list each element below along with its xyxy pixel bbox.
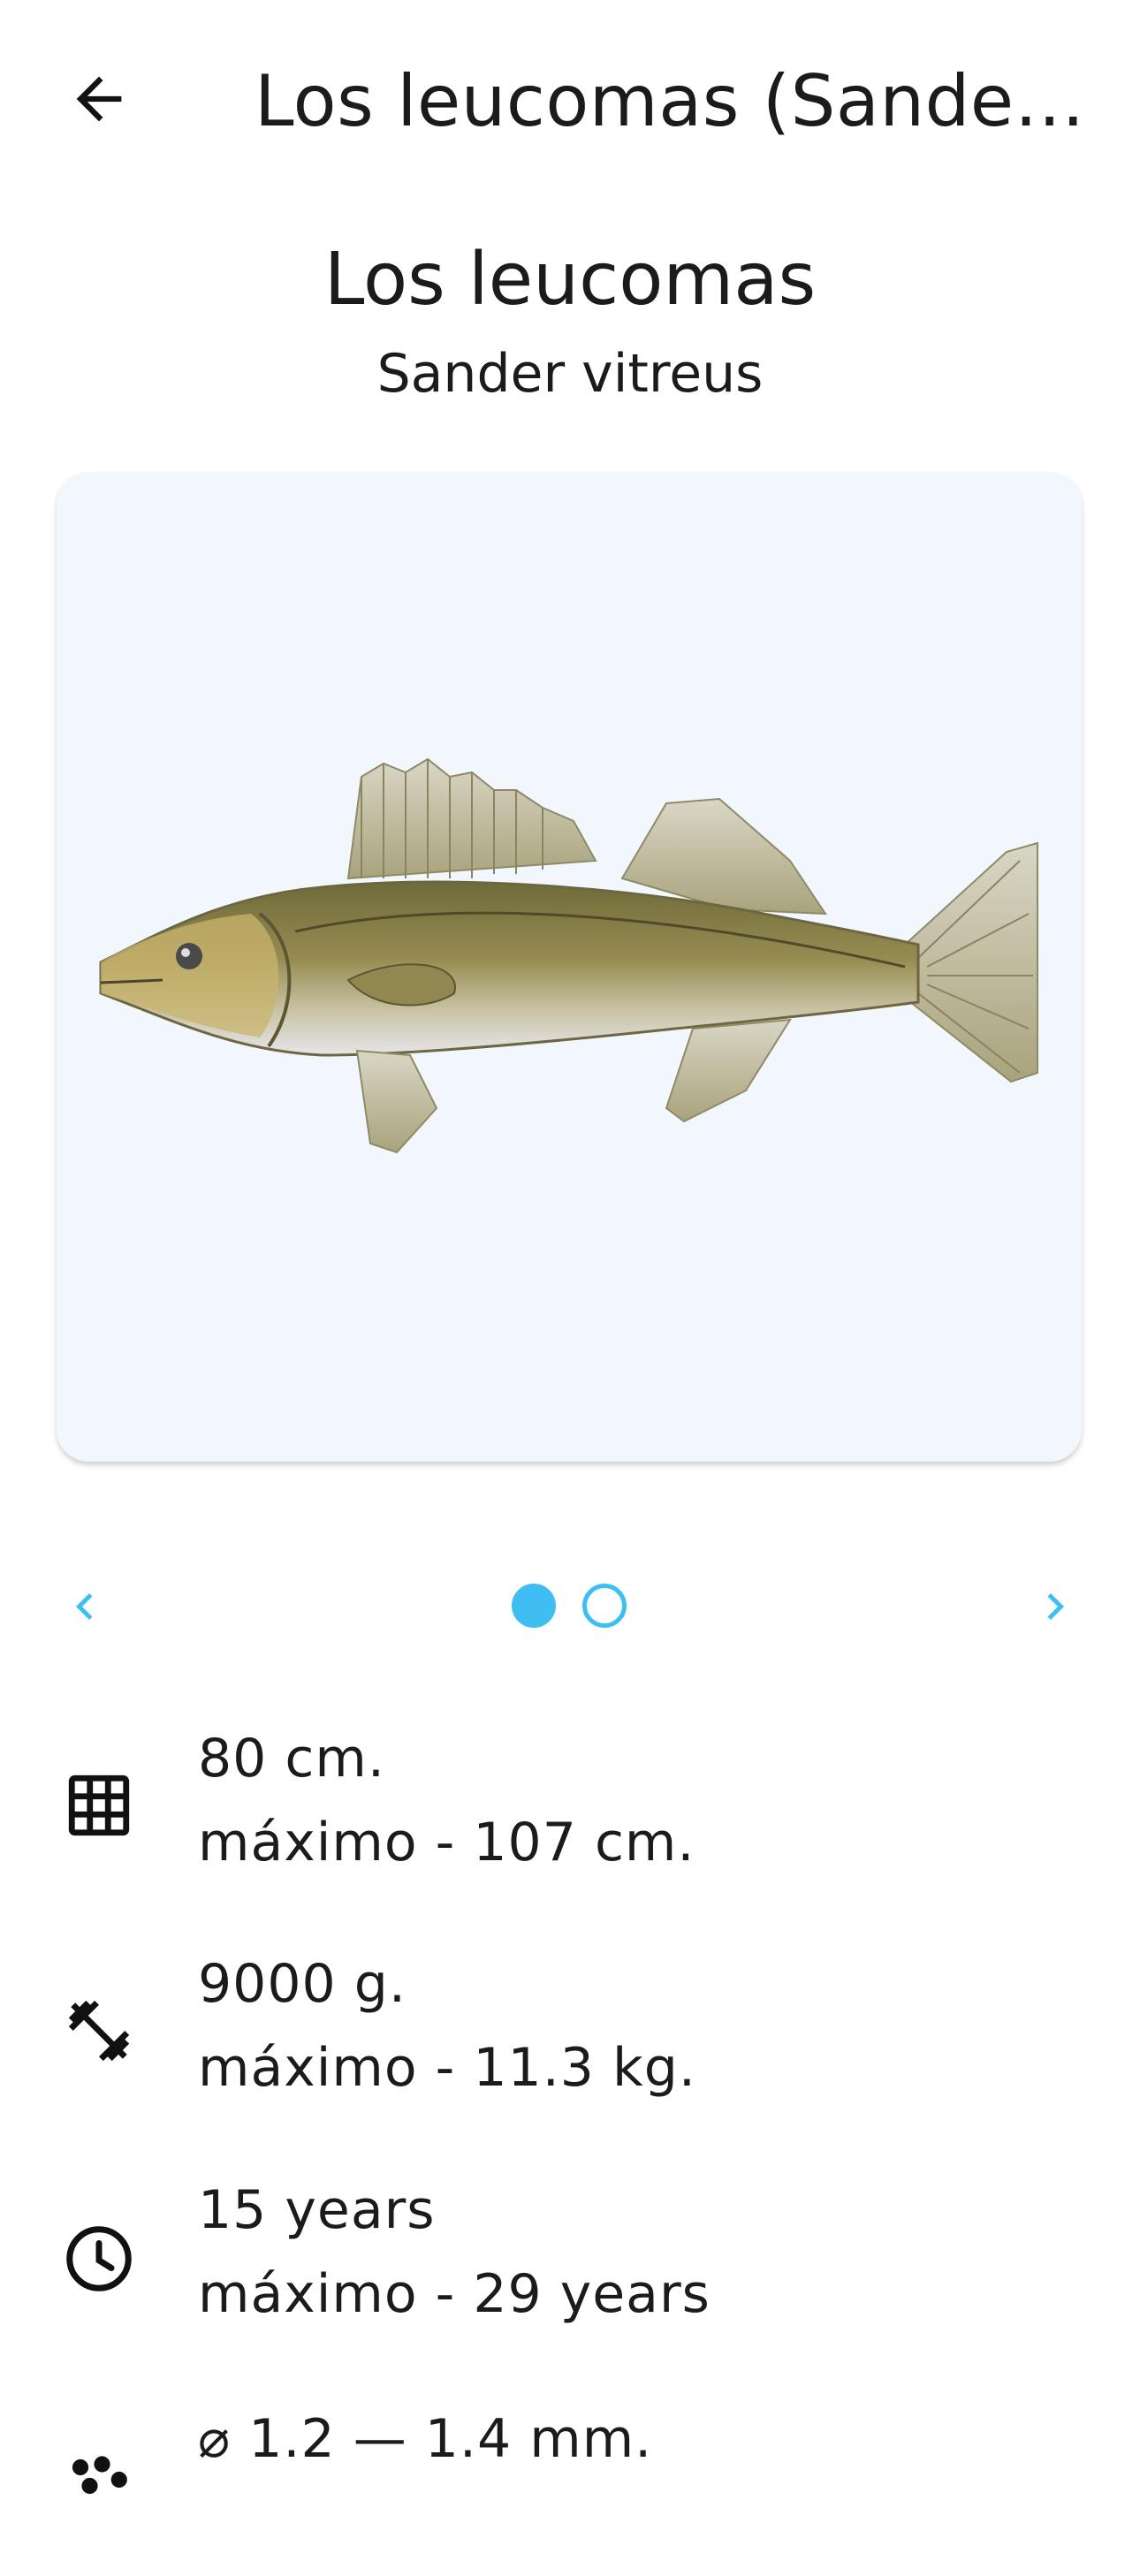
clock-icon — [57, 2216, 141, 2301]
page-indicator-dot-active[interactable] — [512, 1584, 556, 1628]
egg-size-value: ⌀ 1.2 — 1.4 mm. — [198, 2408, 653, 2470]
length-value: 80 cm. — [198, 1728, 385, 1790]
chevron-right-icon — [1047, 1593, 1064, 1620]
dumbbell-icon — [57, 1988, 141, 2073]
egg-size-stat: ⌀ 1.2 — 1.4 mm. — [0, 2399, 1140, 2576]
previous-image-button[interactable] — [49, 1571, 120, 1642]
grid-icon — [57, 1763, 141, 1848]
age-max: máximo - 29 years — [198, 2263, 711, 2325]
age-stat: 15 years máximo - 29 years — [0, 2170, 1140, 2347]
page-indicator-dot[interactable] — [582, 1584, 627, 1628]
scientific-name: Sander vitreus — [376, 343, 764, 405]
length-stat: 80 cm. máximo - 107 cm. — [0, 1719, 1140, 1896]
arrow-back-icon — [76, 76, 122, 122]
back-button[interactable] — [49, 49, 148, 148]
image-pager — [0, 1555, 1140, 1653]
weight-stat: 9000 g. máximo - 11.3 kg. — [0, 1944, 1140, 2121]
next-image-button[interactable] — [1020, 1571, 1091, 1642]
fish-illustration — [99, 757, 1038, 1154]
eggs-icon — [57, 2443, 141, 2528]
chevron-left-icon — [76, 1593, 93, 1620]
species-name: Los leucomas — [323, 238, 817, 322]
app-bar: Los leucomas (Sande… — [0, 0, 1140, 198]
length-max: máximo - 107 cm. — [198, 1812, 695, 1873]
weight-max: máximo - 11.3 kg. — [198, 2037, 696, 2099]
weight-value: 9000 g. — [198, 1953, 407, 2015]
fish-image-card[interactable] — [57, 472, 1082, 1462]
page-title: Los leucomas (Sande… — [255, 60, 1086, 142]
age-value: 15 years — [198, 2179, 436, 2241]
